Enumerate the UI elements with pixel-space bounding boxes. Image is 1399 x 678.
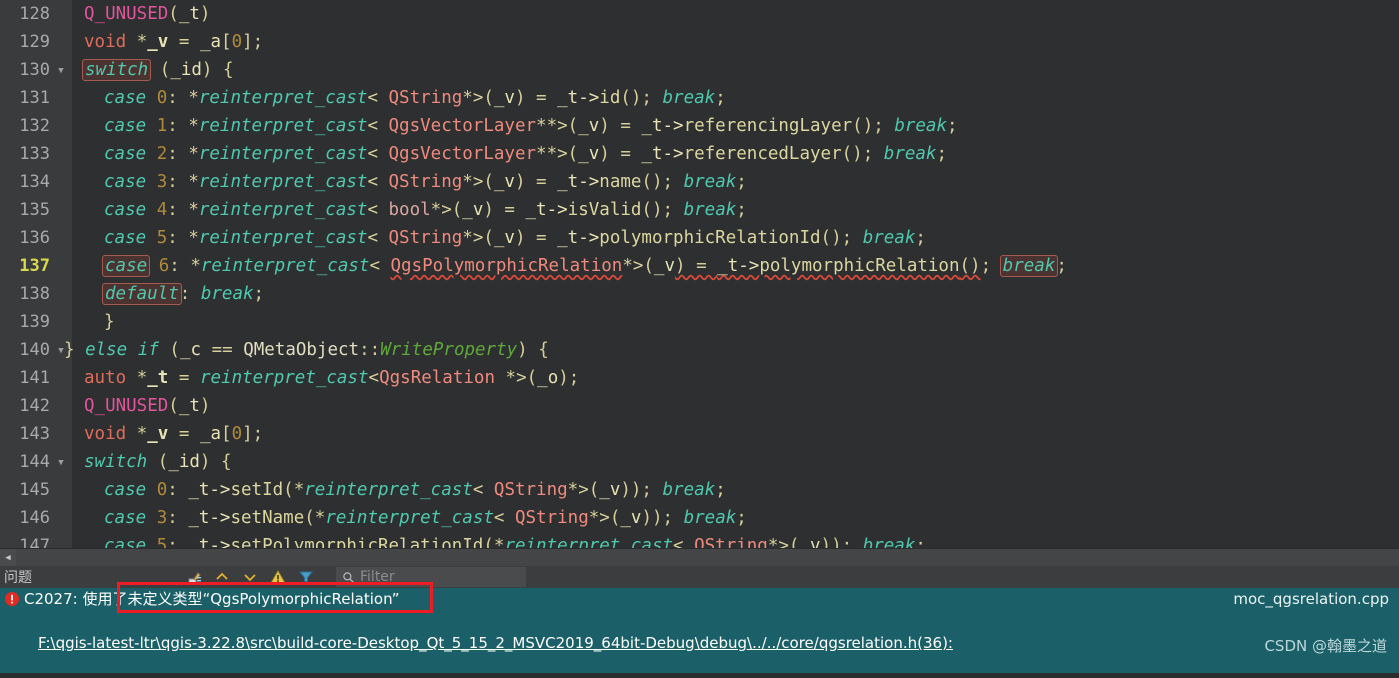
code-line[interactable]: 134 case 3: *reinterpret_cast< QString*>… bbox=[0, 168, 1399, 196]
line-content: switch (_id) { bbox=[84, 452, 232, 472]
code-line[interactable]: 143 void *_v = _a[0]; bbox=[0, 420, 1399, 448]
editor-horizontal-scrollbar[interactable]: ◀ bbox=[0, 548, 1399, 567]
problem-message: C2027: 使用了未定义类型“QgsPolymorphicRelation” bbox=[24, 590, 400, 608]
line-content: case 6: *reinterpret_cast< QgsPolymorphi… bbox=[102, 252, 1067, 280]
line-number: 143 bbox=[19, 424, 50, 444]
line-content: } bbox=[104, 312, 115, 332]
code-line[interactable]: 139 } bbox=[0, 308, 1399, 336]
line-content: case 0: _t->setId(*reinterpret_cast< QSt… bbox=[104, 480, 726, 500]
code-line[interactable]: 135 case 4: *reinterpret_cast< bool*>(_v… bbox=[0, 196, 1399, 224]
error-icon bbox=[4, 591, 20, 607]
code-line[interactable]: 146 case 3: _t->setName(*reinterpret_cas… bbox=[0, 504, 1399, 532]
code-area[interactable]: 128 Q_UNUSED(_t) 129 void *_v = _a[0]; 1… bbox=[0, 0, 1399, 548]
line-number: 130 bbox=[19, 60, 50, 80]
line-content: auto *_t = reinterpret_cast<QgsRelation … bbox=[84, 368, 580, 388]
code-line[interactable]: 144 ▼ switch (_id) { bbox=[0, 448, 1399, 476]
line-number: 141 bbox=[19, 368, 50, 388]
clear-problems-icon[interactable] bbox=[186, 569, 202, 585]
panel-bottom-bar bbox=[0, 673, 1399, 678]
line-number: 142 bbox=[19, 396, 50, 416]
problems-toolbar: Filter bbox=[180, 567, 526, 587]
line-number: 129 bbox=[19, 32, 50, 52]
line-content: case 3: *reinterpret_cast< QString*>(_v)… bbox=[104, 172, 747, 192]
line-content: Q_UNUSED(_t) bbox=[84, 4, 211, 24]
code-line[interactable]: 136 case 5: *reinterpret_cast< QString*>… bbox=[0, 224, 1399, 252]
line-content: case 5: _t->setPolymorphicRelationId(*re… bbox=[104, 536, 926, 548]
problem-source-file: moc_qgsrelation.cpp bbox=[1233, 590, 1389, 608]
watermark-text: CSDN @翰墨之道 bbox=[1264, 637, 1387, 655]
line-number: 145 bbox=[19, 480, 50, 500]
fold-arrow-icon[interactable]: ▼ bbox=[54, 448, 68, 476]
problems-panel-header: 问题 Filter bbox=[0, 566, 1399, 588]
code-line[interactable]: 131 case 0: *reinterpret_cast< QString*>… bbox=[0, 84, 1399, 112]
line-content: switch (_id) { bbox=[82, 56, 234, 84]
line-content: Q_UNUSED(_t) bbox=[84, 396, 211, 416]
code-line[interactable]: 147 case 5: _t->setPolymorphicRelationId… bbox=[0, 532, 1399, 548]
code-line[interactable]: 138 default: break; bbox=[0, 280, 1399, 308]
line-number: 133 bbox=[19, 144, 50, 164]
line-number: 135 bbox=[19, 200, 50, 220]
code-line[interactable]: 130 ▼ switch (_id) { bbox=[0, 56, 1399, 84]
search-icon bbox=[343, 571, 354, 583]
problem-row-path[interactable]: F:\qgis-latest-ltr\qgis-3.22.8\src\build… bbox=[0, 632, 1399, 654]
filter-placeholder: Filter bbox=[360, 569, 395, 585]
code-line[interactable]: 141 auto *_t = reinterpret_cast<QgsRelat… bbox=[0, 364, 1399, 392]
line-number: 139 bbox=[19, 312, 50, 332]
line-content: void *_v = _a[0]; bbox=[84, 32, 264, 52]
line-content: case 0: *reinterpret_cast< QString*>(_v)… bbox=[104, 88, 726, 108]
code-line[interactable]: 133 case 2: *reinterpret_cast< QgsVector… bbox=[0, 140, 1399, 168]
panel-title: 问题 bbox=[4, 570, 32, 586]
code-line[interactable]: 129 void *_v = _a[0]; bbox=[0, 28, 1399, 56]
line-content: case 4: *reinterpret_cast< bool*>(_v) = … bbox=[104, 200, 747, 220]
previous-problem-icon[interactable] bbox=[214, 569, 230, 585]
line-number: 134 bbox=[19, 172, 50, 192]
code-line[interactable]: 128 Q_UNUSED(_t) bbox=[0, 0, 1399, 28]
scroll-left-arrow-icon[interactable]: ◀ bbox=[0, 548, 16, 567]
fold-arrow-icon[interactable]: ▼ bbox=[54, 56, 68, 84]
line-content: case 2: *reinterpret_cast< QgsVectorLaye… bbox=[104, 144, 948, 164]
line-number: 136 bbox=[19, 228, 50, 248]
problems-panel: 问题 Filter C2027: 使用了未定义类型“QgsPolymorphic… bbox=[0, 566, 1399, 678]
code-line[interactable]: 140 ▼ } else if (_c == QMetaObject::Writ… bbox=[0, 336, 1399, 364]
line-content: case 5: *reinterpret_cast< QString*>(_v)… bbox=[104, 228, 926, 248]
problems-list[interactable]: C2027: 使用了未定义类型“QgsPolymorphicRelation” … bbox=[0, 588, 1399, 678]
line-content: case 3: _t->setName(*reinterpret_cast< Q… bbox=[104, 508, 747, 528]
problem-row-error[interactable]: C2027: 使用了未定义类型“QgsPolymorphicRelation” … bbox=[0, 588, 1399, 610]
line-number: 138 bbox=[19, 284, 50, 304]
next-problem-icon[interactable] bbox=[242, 569, 258, 585]
line-number: 147 bbox=[19, 536, 50, 548]
line-content: default: break; bbox=[102, 280, 264, 308]
code-editor-window: 128 Q_UNUSED(_t) 129 void *_v = _a[0]; 1… bbox=[0, 0, 1399, 678]
scrollbar-track[interactable] bbox=[16, 548, 1399, 567]
code-line[interactable]: 132 case 1: *reinterpret_cast< QgsVector… bbox=[0, 112, 1399, 140]
filter-input[interactable]: Filter bbox=[336, 567, 526, 587]
code-line[interactable]: 142 Q_UNUSED(_t) bbox=[0, 392, 1399, 420]
line-number: 128 bbox=[19, 4, 50, 24]
line-number: 140 bbox=[19, 340, 50, 360]
line-content: } else if (_c == QMetaObject::WritePrope… bbox=[64, 340, 549, 360]
editor-pane[interactable]: 128 Q_UNUSED(_t) 129 void *_v = _a[0]; 1… bbox=[0, 0, 1399, 548]
line-number: 132 bbox=[19, 116, 50, 136]
line-number: 131 bbox=[19, 88, 50, 108]
line-content: case 1: *reinterpret_cast< QgsVectorLaye… bbox=[104, 116, 958, 136]
filter-funnel-icon[interactable] bbox=[298, 569, 314, 585]
line-number: 144 bbox=[19, 452, 50, 472]
problem-path-link[interactable]: F:\qgis-latest-ltr\qgis-3.22.8\src\build… bbox=[38, 632, 953, 654]
code-line-error[interactable]: 137 case 6: *reinterpret_cast< QgsPolymo… bbox=[0, 252, 1399, 303]
line-number: 137 bbox=[19, 256, 50, 276]
line-number: 146 bbox=[19, 508, 50, 528]
warning-filter-icon[interactable] bbox=[270, 569, 286, 585]
code-line[interactable]: 145 case 0: _t->setId(*reinterpret_cast<… bbox=[0, 476, 1399, 504]
line-content: void *_v = _a[0]; bbox=[84, 424, 264, 444]
